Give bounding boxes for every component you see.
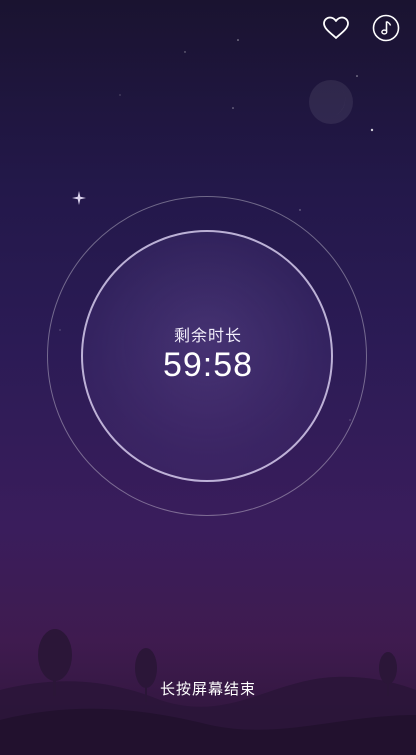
favorite-button[interactable] <box>322 14 350 42</box>
heart-outline-icon <box>323 16 349 39</box>
remaining-time-label: 剩余时长 <box>173 326 242 345</box>
long-press-end-hint[interactable]: 长按屏幕结束 <box>0 678 416 699</box>
remaining-time-value: 59:58 <box>162 346 254 384</box>
music-note-circle-icon <box>372 14 400 42</box>
music-button[interactable] <box>372 14 400 42</box>
moon-icon <box>309 80 353 124</box>
